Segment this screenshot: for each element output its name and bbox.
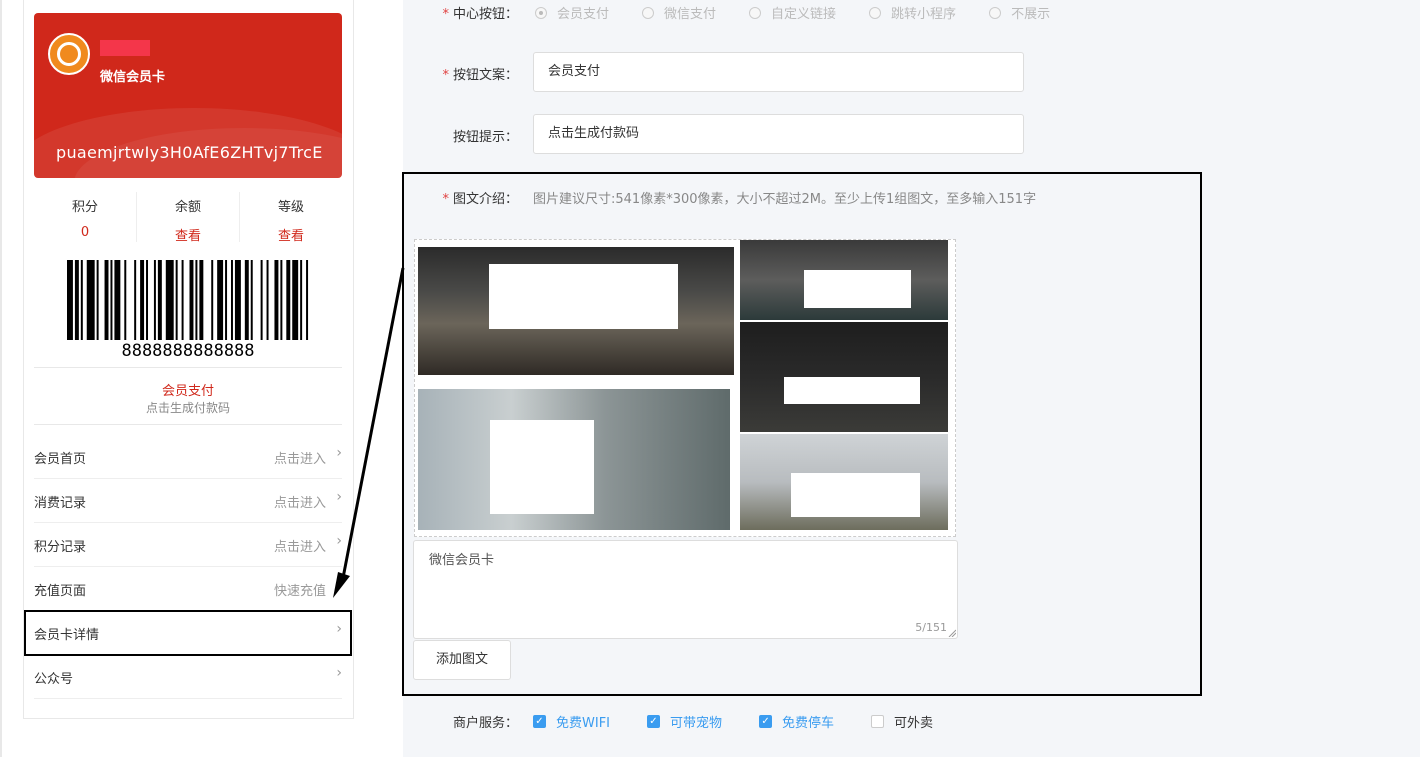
stat-label: 积分 — [71, 200, 98, 215]
radio-icon — [642, 6, 655, 19]
button-hint-input[interactable]: 点击生成付款码 — [533, 114, 1024, 154]
intro-text: 微信会员卡 — [429, 553, 495, 568]
chevron-right-icon: › — [336, 489, 342, 505]
check-icon: ✓ — [759, 715, 773, 728]
stat-label: 等级 — [277, 200, 304, 215]
radio-icon — [749, 6, 762, 19]
redacted-block — [489, 264, 678, 329]
radio-wechat-pay[interactable]: 微信支付 — [642, 3, 716, 22]
required-mark: * — [442, 68, 449, 83]
office-photo — [740, 434, 948, 530]
radio-hide[interactable]: 不展示 — [989, 3, 1050, 22]
button-hint-label: 按钮提示： — [452, 130, 518, 145]
button-text-input[interactable]: 会员支付 — [533, 52, 1024, 92]
office-photo — [418, 247, 734, 375]
check-icon: ✓ — [647, 715, 660, 728]
stat-value: 0 — [80, 225, 90, 240]
stat-level[interactable]: 等级 查看 — [240, 192, 342, 244]
card-stats: 积分 0 余额 查看 等级 查看 — [34, 192, 342, 244]
required-mark: * — [442, 7, 449, 22]
card-name: 微信会员卡 — [100, 70, 166, 85]
button-text-label: * 按钮文案： — [442, 68, 518, 83]
divider — [34, 367, 342, 368]
services-label: 商户服务： — [452, 716, 518, 731]
radio-icon — [535, 6, 547, 19]
radio-mini-program[interactable]: 跳转小程序 — [869, 3, 956, 22]
menu-item-member-home[interactable]: 会员首页 点击进入 › — [34, 435, 342, 479]
menu-item-action: 点击进入 — [273, 452, 326, 467]
redacted-block — [100, 40, 150, 56]
member-card: 微信会员卡 puaemjrtwIy3H0AfE6ZHTvj7TrcE — [34, 13, 342, 178]
pay-button-hint: 点击生成付款码 — [145, 401, 230, 415]
left-edge — [0, 0, 2, 757]
image-upload-area[interactable] — [414, 239, 956, 537]
intro-hint: 图片建议尺寸:541像素*300像素，大小不超过2M。至少上传1组图文，至多输入… — [533, 192, 1037, 207]
checkbox-empty-icon — [871, 715, 885, 728]
radio-custom-link[interactable]: 自定义链接 — [749, 3, 836, 22]
card-code: puaemjrtwIy3H0AfE6ZHTvj7TrcE — [56, 143, 323, 162]
radio-icon — [869, 6, 882, 19]
services-checkbox-group: ✓ 免费WIFI ✓ 可带宠物 ✓ 免费停车 可外卖 — [533, 712, 970, 731]
checkbox-free-wifi[interactable]: ✓ 免费WIFI — [533, 712, 610, 731]
chevron-right-icon: › — [336, 665, 342, 681]
redacted-block — [804, 270, 911, 308]
radio-icon — [989, 6, 1002, 19]
highlight-box-card-details — [24, 610, 352, 656]
menu-item-label: 会员首页 — [34, 452, 87, 467]
stat-label: 余额 — [174, 200, 201, 215]
menu-item-recharge[interactable]: 充值页面 快速充值 › — [34, 567, 342, 611]
stat-points[interactable]: 积分 0 — [34, 192, 137, 242]
chevron-right-icon: › — [336, 445, 342, 461]
resize-handle-icon[interactable] — [948, 629, 956, 637]
redacted-block — [784, 377, 920, 404]
brand-logo-icon — [48, 33, 90, 75]
stat-balance[interactable]: 余额 查看 — [137, 192, 240, 244]
menu-item-label: 消费记录 — [34, 496, 87, 511]
stat-value: 查看 — [277, 229, 304, 244]
office-photo — [740, 240, 948, 320]
radio-member-pay[interactable]: 会员支付 — [535, 3, 609, 22]
center-button-radio-group: 会员支付 微信支付 自定义链接 跳转小程序 不展示 — [535, 3, 1083, 22]
required-mark: * — [442, 192, 449, 207]
menu-item-points-records[interactable]: 积分记录 点击进入 › — [34, 523, 342, 567]
check-icon: ✓ — [533, 715, 546, 728]
stat-value: 查看 — [174, 229, 201, 244]
intro-label: * 图文介绍： — [442, 192, 518, 207]
center-button-label: * 中心按钮： — [442, 7, 518, 22]
redacted-block — [791, 473, 920, 517]
chevron-right-icon: › — [336, 533, 342, 549]
pay-button-title[interactable]: 会员支付 — [34, 380, 342, 399]
divider — [34, 424, 342, 425]
menu-item-action: 点击进入 — [273, 496, 326, 511]
redacted-block — [490, 420, 594, 514]
barcode-number: 8888888888888 — [121, 341, 255, 361]
menu-item-label: 充值页面 — [34, 584, 87, 599]
intro-textarea[interactable]: 微信会员卡 5/151 — [413, 540, 958, 639]
menu-item-action: 点击进入 — [273, 540, 326, 555]
menu-item-action: 快速充值 — [273, 584, 326, 599]
add-intro-button[interactable]: 添加图文 — [413, 640, 511, 680]
char-counter: 5/151 — [915, 621, 947, 634]
menu-item-label: 公众号 — [34, 672, 74, 687]
checkbox-free-parking[interactable]: ✓ 免费停车 — [759, 712, 834, 731]
checkbox-takeout[interactable]: 可外卖 — [871, 712, 933, 731]
checkbox-pets-allowed[interactable]: ✓ 可带宠物 — [647, 712, 722, 731]
office-photo — [740, 322, 948, 432]
menu-item-official-account[interactable]: 公众号 › — [34, 655, 342, 699]
barcode-icon — [67, 260, 309, 340]
chevron-right-icon: › — [336, 577, 342, 593]
office-photo — [418, 389, 730, 530]
menu-item-label: 积分记录 — [34, 540, 87, 555]
menu-item-consume-records[interactable]: 消费记录 点击进入 › — [34, 479, 342, 523]
